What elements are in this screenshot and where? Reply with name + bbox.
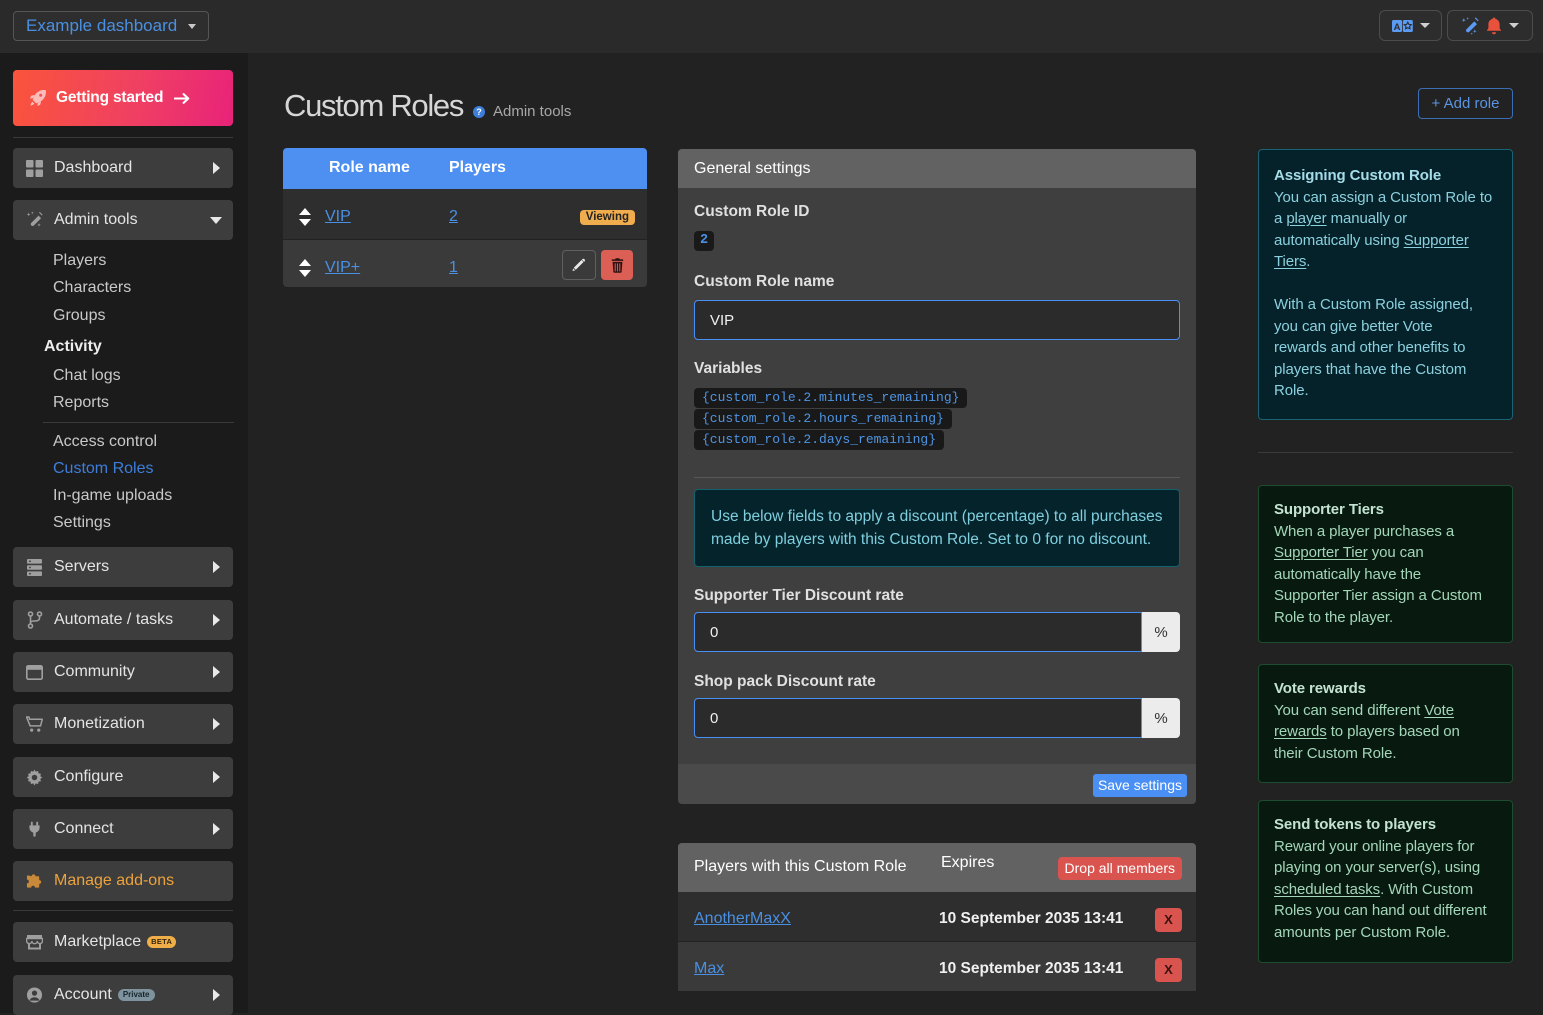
svg-text:A: A bbox=[1393, 21, 1400, 31]
